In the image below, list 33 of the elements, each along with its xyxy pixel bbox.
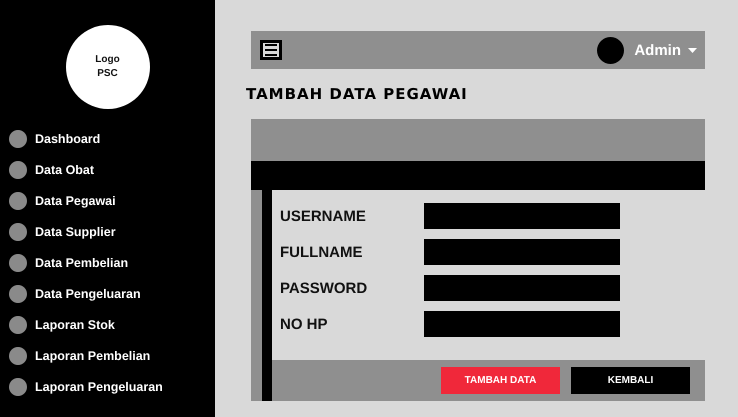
input-field[interactable] [424, 239, 620, 265]
submit-button[interactable]: TAMBAH DATA [441, 367, 560, 394]
sidebar-item[interactable]: Dashboard [9, 123, 215, 154]
sidebar-item[interactable]: Data Pengeluaran [9, 278, 215, 309]
dot-icon [9, 130, 27, 148]
dot-icon [9, 192, 27, 210]
input-field[interactable] [424, 275, 620, 301]
dot-icon [9, 160, 27, 178]
sidebar-item[interactable]: Laporan Stok [9, 309, 215, 340]
input-field[interactable] [424, 203, 620, 229]
field-label: PASSWORD [280, 280, 368, 296]
field-label: USERNAME [280, 208, 367, 224]
dot-icon [9, 378, 27, 396]
sidebar-item[interactable]: Data Pembelian [9, 247, 215, 278]
dot-icon [9, 346, 27, 364]
back-button[interactable]: KEMBALI [571, 367, 690, 394]
sidebar-item[interactable]: Data Obat [9, 154, 215, 185]
sidebar-item[interactable]: Laporan Pembelian [9, 340, 215, 371]
dot-icon [9, 284, 27, 302]
dot-icon [9, 222, 27, 240]
caret-icon [688, 48, 697, 52]
field-label: FULLNAME [280, 244, 364, 260]
page-title: TAMBAH DATA PEGAWAI [246, 85, 469, 105]
dot-icon [9, 316, 27, 334]
input-field[interactable] [424, 311, 620, 337]
logo: Logo PSC [66, 25, 150, 109]
avatar-icon [597, 36, 624, 64]
field-label: NO HP [280, 316, 329, 332]
menu-icon[interactable] [260, 40, 282, 60]
dot-icon [9, 254, 27, 272]
sidebar-item[interactable]: Data Supplier [9, 216, 215, 247]
sidebar-item[interactable]: Laporan Pengeluaran [9, 371, 215, 402]
sidebar-item[interactable]: Data Pegawai [9, 185, 215, 216]
